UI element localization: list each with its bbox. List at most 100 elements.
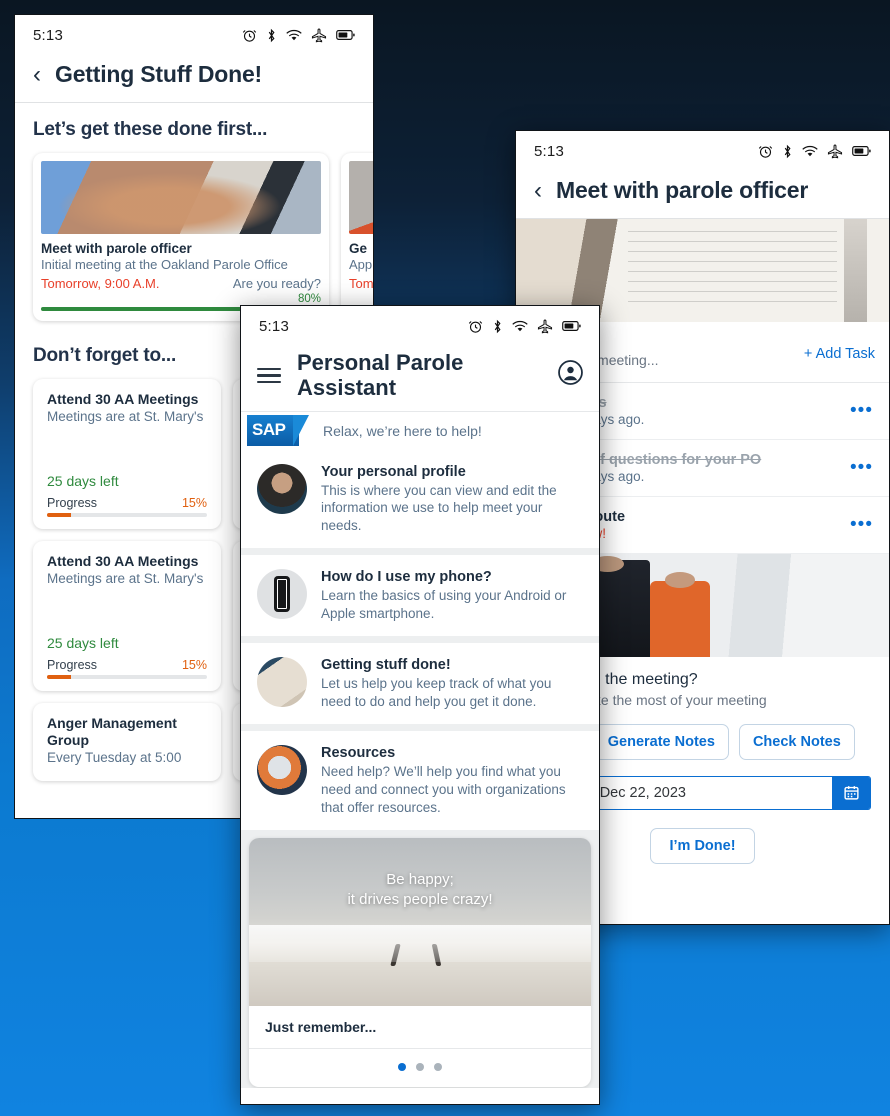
reminder-percent: 15%: [181, 658, 207, 672]
status-bar-icons: [468, 318, 581, 334]
bluetooth-icon: [784, 144, 791, 158]
question-post: the meeting?: [600, 670, 698, 688]
carousel-dots[interactable]: [249, 1049, 591, 1087]
add-task-button[interactable]: + Add Task: [804, 346, 875, 362]
wifi-icon: [286, 29, 302, 40]
beach-photo: Be happy; it drives people crazy!: [249, 838, 591, 1007]
reminder-progress-label: Progress: [47, 658, 98, 672]
reminder-subtitle: Meetings are at St. Mary's: [47, 409, 204, 425]
list-item-desc: Learn the basics of using your Android o…: [321, 588, 567, 621]
page-title: Meet with parole officer: [556, 177, 809, 203]
priority-card-title: Ge: [349, 241, 368, 256]
status-bar: 5:13: [516, 131, 889, 171]
quote-card: Be happy; it drives people crazy! Just r…: [249, 838, 591, 1088]
alarm-icon: [468, 320, 483, 333]
quote-card-footer: Just remember...: [249, 1006, 591, 1050]
airplane-mode-icon: [537, 318, 553, 333]
im-done-button[interactable]: I’m Done!: [650, 827, 755, 864]
app-bar: ‹ Meet with parole officer: [516, 171, 889, 219]
reminder-card[interactable]: Attend 30 AA Meetings Meetings are at St…: [33, 379, 221, 529]
meeting-date-input[interactable]: [589, 776, 832, 809]
airplane-mode-icon: [827, 143, 843, 158]
reminder-percent: 15%: [181, 496, 207, 510]
reminder-progress-label: Progress: [47, 496, 98, 510]
helping-hands-thumbnail: [257, 745, 307, 796]
reminder-days-left: 25 days left: [47, 635, 119, 651]
calendar-icon[interactable]: [832, 776, 870, 809]
alarm-icon: [758, 145, 773, 158]
list-item[interactable]: Your personal profile This is where you …: [241, 449, 599, 549]
reminder-progress-bar: [47, 675, 207, 679]
brand-row: SAP Relax, we’re here to help!: [241, 411, 599, 450]
reminder-card[interactable]: Anger Management Group Every Tuesday at …: [33, 703, 221, 782]
reminder-card[interactable]: Attend 30 AA Meetings Meetings are at St…: [33, 541, 221, 691]
assistant-app-bar: Personal Parole Assistant: [241, 346, 599, 412]
status-bar-time: 5:13: [534, 142, 564, 160]
section-heading-first: Let’s get these done first...: [33, 119, 268, 140]
priority-card-when: Tom: [349, 276, 374, 291]
wifi-icon: [802, 145, 818, 156]
priority-card-title: Meet with parole officer: [41, 241, 192, 256]
assistant-content: SAP Relax, we’re here to help! Your pers…: [241, 411, 599, 1088]
notebook-thumbnail: [257, 657, 307, 708]
overflow-menu-icon[interactable]: •••: [850, 515, 873, 534]
list-item-title: Getting stuff done!: [321, 657, 451, 674]
generate-notes-button[interactable]: Generate Notes: [593, 723, 729, 760]
overflow-menu-icon[interactable]: •••: [850, 401, 873, 420]
list-item-title: How do I use my phone?: [321, 569, 492, 586]
status-bar-time: 5:13: [33, 26, 63, 44]
reminder-subtitle: Every Tuesday at 5:00: [47, 750, 182, 766]
profile-portrait-thumbnail: [257, 463, 307, 514]
wifi-icon: [512, 320, 528, 331]
priority-card[interactable]: Meet with parole officer Initial meeting…: [33, 153, 329, 321]
hamburger-menu-icon[interactable]: [257, 364, 281, 387]
list-item[interactable]: Resources Need help? We’ll help you find…: [241, 731, 599, 831]
back-icon[interactable]: ‹: [33, 62, 41, 87]
page-title: Getting Stuff Done!: [55, 61, 262, 87]
carousel-dot[interactable]: [434, 1063, 442, 1072]
overflow-menu-icon[interactable]: •••: [850, 458, 873, 477]
priority-card-prompt: Are you ready?: [232, 276, 321, 291]
account-circle-icon[interactable]: [558, 360, 583, 390]
battery-icon: [336, 30, 355, 40]
page-title: Personal Parole Assistant: [297, 350, 464, 401]
reminder-days-left: 25 days left: [47, 473, 119, 489]
list-item-desc: Need help? We’ll help you find what you …: [321, 764, 566, 815]
reminder-subtitle: Meetings are at St. Mary's: [47, 571, 204, 587]
priority-card-list: Meet with parole officer Initial meeting…: [15, 153, 373, 329]
list-item[interactable]: How do I use my phone? Learn the basics …: [241, 555, 599, 637]
back-icon[interactable]: ‹: [534, 178, 542, 203]
priority-card-percent: 80%: [297, 293, 321, 305]
alarm-icon: [242, 29, 257, 42]
priority-card-subtitle: Initial meeting at the Oakland Parole Of…: [41, 257, 288, 272]
handshake-photo: [41, 161, 321, 234]
airplane-mode-icon: [311, 27, 327, 42]
reminder-title: Attend 30 AA Meetings: [47, 391, 199, 407]
list-item[interactable]: Getting stuff done! Let us help you keep…: [241, 643, 599, 725]
quote-line-2: it drives people crazy!: [347, 891, 493, 909]
bluetooth-icon: [268, 28, 275, 42]
priority-card[interactable]: Ge App Tom: [341, 153, 374, 321]
list-item-desc: Let us help you keep track of what you n…: [321, 676, 552, 709]
priority-card-when: Tomorrow, 9:00 A.M.: [41, 276, 160, 291]
battery-icon: [562, 321, 581, 331]
status-bar: 5:13: [15, 15, 373, 55]
reminder-title: Attend 30 AA Meetings: [47, 553, 199, 569]
battery-icon: [852, 146, 871, 156]
reminder-progress-bar: [47, 513, 207, 517]
carousel-dot[interactable]: [398, 1063, 406, 1072]
priority-photo: [349, 161, 373, 234]
list-item-title: Your personal profile: [321, 463, 466, 480]
reminder-column-left: Attend 30 AA Meetings Meetings are at St…: [33, 379, 221, 782]
bluetooth-icon: [494, 319, 501, 333]
quote-line-1: Be happy;: [386, 870, 454, 888]
status-bar-icons: [242, 27, 355, 43]
carousel-dot[interactable]: [416, 1063, 424, 1072]
assistant-tagline: Relax, we’re here to help!: [323, 422, 482, 439]
app-bar: ‹ Getting Stuff Done!: [15, 55, 373, 103]
status-bar-icons: [758, 143, 871, 159]
check-notes-button[interactable]: Check Notes: [738, 723, 855, 760]
smartphone-thumbnail: [257, 569, 307, 620]
priority-card-subtitle: App: [349, 257, 373, 272]
list-item-title: Resources: [321, 745, 396, 762]
